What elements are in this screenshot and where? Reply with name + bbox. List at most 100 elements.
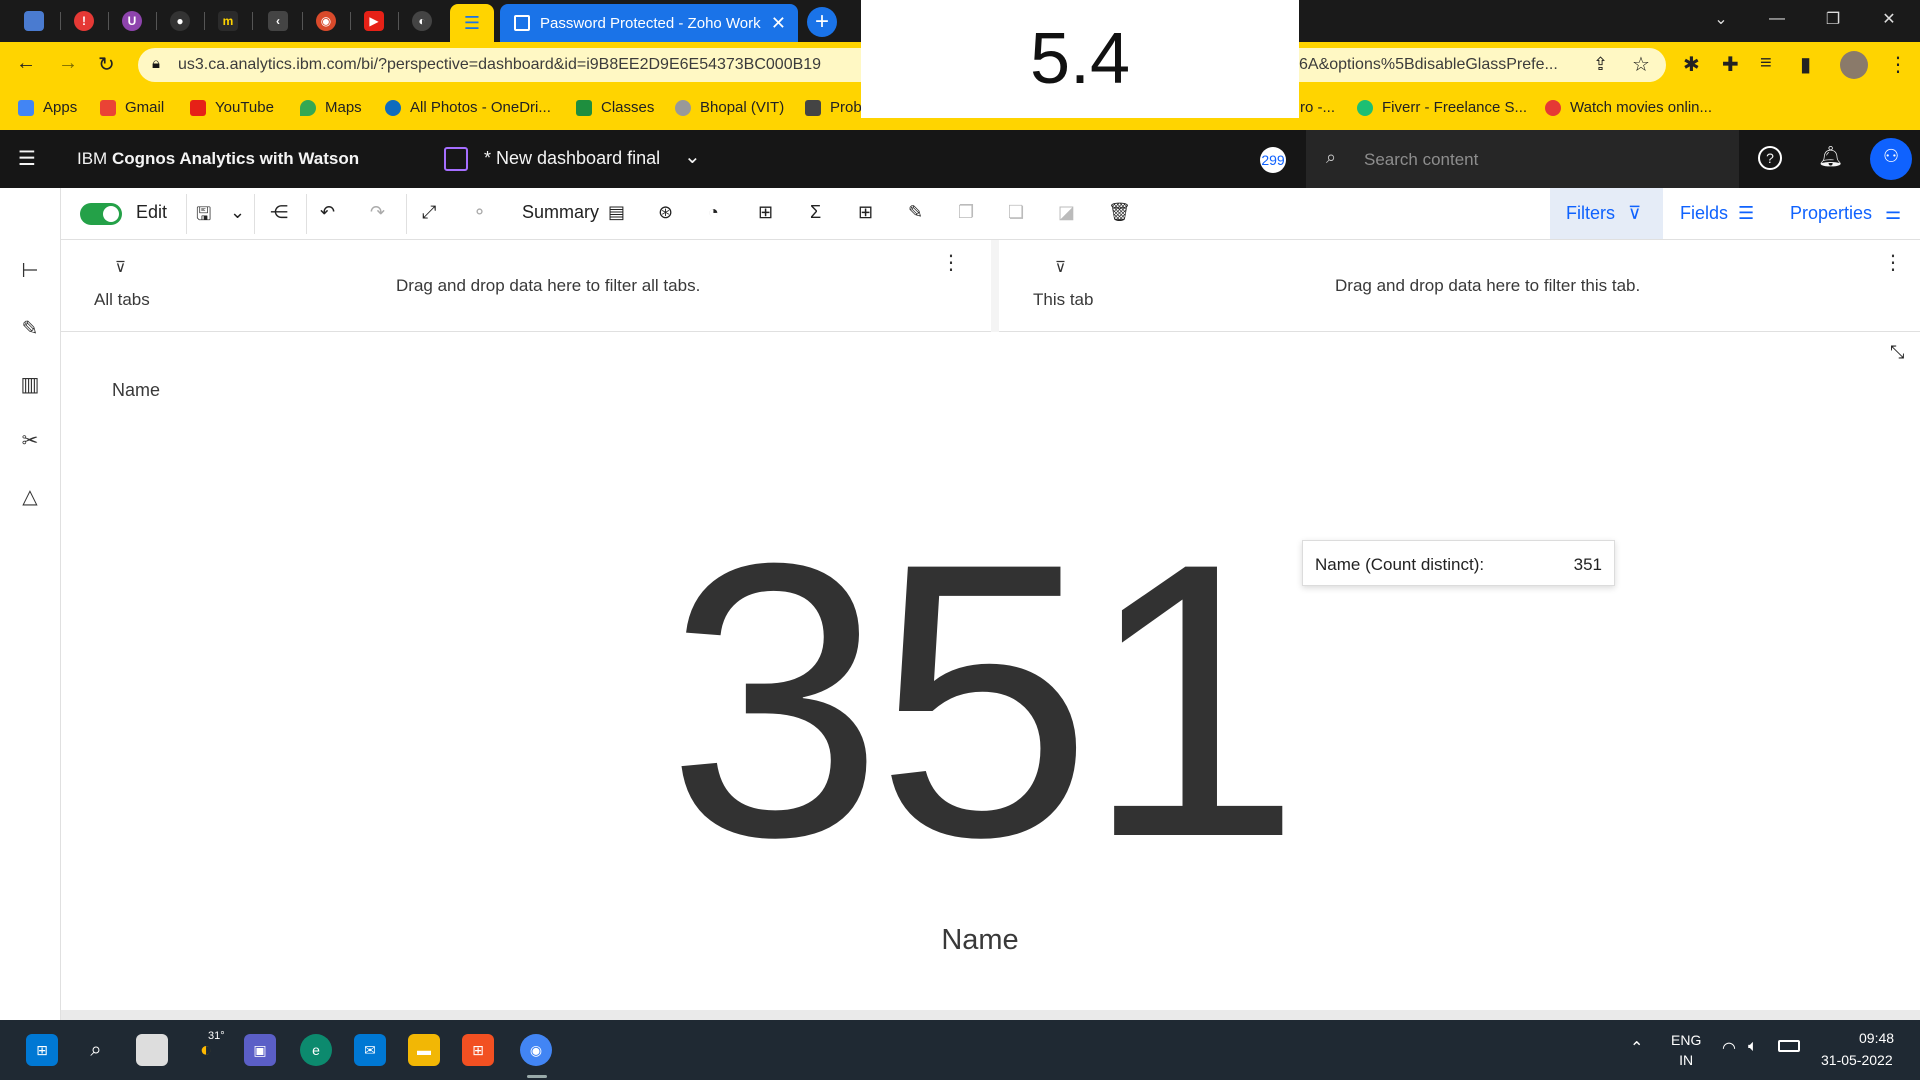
edge-icon[interactable]: e — [300, 1034, 332, 1066]
file-explorer-icon[interactable]: ▬ — [408, 1034, 440, 1066]
redo-icon[interactable]: ↷ — [370, 202, 385, 223]
tab-close-icon[interactable]: ✕ — [771, 13, 786, 34]
extensions-puzzle-icon[interactable]: ✚ — [1722, 52, 1739, 77]
chevron-up-icon[interactable]: ⌃ — [1630, 1038, 1643, 1058]
tab-favicon-2[interactable]: ! — [62, 6, 106, 36]
summary-label[interactable]: Summary — [522, 202, 599, 223]
data-tree-icon[interactable]: ⊢ — [18, 258, 42, 282]
properties-tab[interactable]: Properties — [1790, 203, 1872, 224]
filters-tab[interactable]: Filters ⊽ — [1550, 188, 1663, 239]
hamburger-menu-icon[interactable]: ☰ — [18, 146, 36, 171]
table-icon[interactable]: ⊞ — [858, 202, 873, 223]
back-icon[interactable]: ← — [16, 52, 36, 75]
chrome-icon[interactable]: ◉ — [520, 1034, 552, 1066]
store-icon[interactable]: ⊞ — [462, 1034, 494, 1066]
bookmark-classes[interactable]: Classes — [576, 99, 654, 116]
side-panel-icon[interactable]: ▮ — [1800, 52, 1811, 77]
tab-favicon-6[interactable]: ‹ — [256, 6, 300, 36]
tab-favicon-5[interactable]: m — [206, 6, 250, 36]
widgets-shapes-icon[interactable]: △ — [18, 484, 42, 508]
minimize-button[interactable]: — — [1750, 0, 1804, 38]
new-tab-button[interactable]: + — [807, 7, 837, 37]
volume-icon[interactable]: 🔈︎ — [1748, 1038, 1758, 1056]
this-tab-menu-icon[interactable]: ⋮ — [1883, 250, 1903, 275]
connect-icon[interactable]: ⚬ — [472, 202, 487, 223]
properties-sliders-icon[interactable]: ⚌ — [1885, 203, 1901, 224]
pin-icon[interactable]: ✎ — [18, 316, 42, 340]
search-box[interactable]: ⌕ Search content — [1306, 130, 1739, 188]
task-view-icon[interactable] — [136, 1034, 168, 1066]
bookmark-maps[interactable]: Maps — [300, 99, 362, 116]
bookmark-fiverr[interactable]: Fiverr - Freelance S... — [1357, 99, 1527, 116]
github-tab-icon[interactable]: ● — [158, 6, 202, 36]
bookmark-bhopal[interactable]: Bhopal (VIT) — [675, 99, 784, 116]
chevron-down-icon[interactable]: ⌄ — [230, 202, 245, 223]
kpi-value[interactable]: 351 — [600, 505, 1360, 895]
battery-icon[interactable] — [1778, 1040, 1800, 1052]
horizontal-scrollbar[interactable] — [61, 1010, 1920, 1020]
edit-toggle[interactable] — [80, 203, 122, 225]
visualizations-chart-icon[interactable]: ▥ — [18, 372, 42, 396]
notifications-bell-icon[interactable]: 🔔︎ — [1818, 144, 1843, 169]
visualization-type-icon[interactable]: ⊛ — [658, 202, 673, 223]
share-icon[interactable]: ⋲ — [270, 202, 288, 223]
close-window-button[interactable]: ✕ — [1862, 0, 1916, 38]
extension-bug-icon[interactable]: ✱ — [1683, 52, 1700, 77]
summary-icon[interactable]: ▤ — [608, 202, 625, 223]
tab-favicon-7[interactable]: ◉ — [304, 6, 348, 36]
windows-start-icon[interactable]: ⊞ — [26, 1034, 58, 1066]
bookmark-ro[interactable]: ro -... — [1300, 99, 1335, 116]
pin-icon[interactable]: ✎ — [908, 202, 923, 223]
filter-splitter[interactable] — [991, 240, 999, 332]
bookmark-gmail[interactable]: Gmail — [100, 99, 164, 116]
collapse-icon[interactable]: ⤡ — [1890, 342, 1904, 363]
dashboard-title[interactable]: * New dashboard final — [484, 148, 660, 169]
browser-menu-icon[interactable]: ⋮ — [1888, 52, 1908, 77]
chevron-down-icon[interactable]: ⌄ — [1694, 0, 1748, 38]
all-tabs-menu-icon[interactable]: ⋮ — [941, 250, 961, 275]
sigma-icon[interactable]: Σ — [810, 202, 821, 223]
delete-trash-icon[interactable]: 🗑︎ — [1108, 202, 1131, 223]
fields-icon[interactable]: ☰ — [1738, 203, 1754, 224]
clock-time[interactable]: 09:48 — [1859, 1030, 1894, 1046]
clock-date[interactable]: 31-05-2022 — [1821, 1052, 1893, 1068]
user-profile-button[interactable]: ⚇ — [1870, 138, 1912, 180]
arrange-icon[interactable]: ◪ — [1058, 202, 1075, 223]
language-indicator[interactable]: ENG IN — [1671, 1030, 1701, 1070]
share-icon[interactable]: ⇪ — [1593, 54, 1608, 75]
help-icon[interactable]: ? — [1758, 146, 1782, 170]
bookmark-prob[interactable]: Prob — [805, 99, 862, 116]
wifi-icon[interactable]: ◠ — [1722, 1038, 1736, 1058]
tab-favicon-1[interactable] — [12, 6, 56, 36]
bookmark-movies[interactable]: Watch movies onlin... — [1545, 99, 1712, 116]
youtube-tab-icon[interactable]: ▶ — [352, 6, 396, 36]
forward-icon[interactable]: → — [58, 52, 78, 75]
save-icon[interactable]: 🖫︎ — [196, 202, 211, 232]
assets-tools-icon[interactable]: ✂ — [18, 428, 42, 452]
teams-chat-icon[interactable]: ▣ — [244, 1034, 276, 1066]
active-tab[interactable]: Password Protected - Zoho Work ✕ — [500, 4, 798, 42]
reload-icon[interactable]: ↻ — [98, 52, 115, 77]
bookmark-apps[interactable]: Apps — [18, 99, 77, 116]
profile-avatar[interactable] — [1840, 51, 1868, 79]
all-tabs-dropzone[interactable]: Drag and drop data here to filter all ta… — [396, 276, 700, 296]
insights-icon[interactable]: ◔ — [708, 202, 719, 223]
duplicate-icon[interactable]: ❏ — [1008, 202, 1024, 223]
fields-tab[interactable]: Fields — [1680, 203, 1728, 224]
chevron-down-icon[interactable]: ⌄ — [684, 144, 701, 169]
this-tab-dropzone[interactable]: Drag and drop data here to filter this t… — [1335, 276, 1640, 296]
expand-icon[interactable]: ⤢ — [422, 202, 436, 223]
notification-count-badge[interactable]: 299 — [1260, 147, 1286, 173]
search-icon[interactable]: ⌕ — [80, 1034, 112, 1066]
bookmark-star-icon[interactable]: ☆ — [1632, 52, 1650, 77]
bookmark-onedrive[interactable]: All Photos - OneDri... — [385, 99, 551, 116]
bookmark-youtube[interactable]: YouTube — [190, 99, 274, 116]
undo-icon[interactable]: ↶ — [320, 202, 335, 223]
tab-favicon-3[interactable]: U — [110, 6, 154, 36]
copy-icon[interactable]: ❐ — [958, 202, 974, 223]
cognos-tab[interactable]: ☰ — [450, 4, 494, 42]
globe-tab-icon[interactable]: ◐ — [400, 6, 444, 36]
restore-button[interactable]: ❐ — [1806, 0, 1860, 38]
media-control-icon[interactable]: ≡ — [1760, 52, 1772, 75]
calculation-icon[interactable]: ⊞ — [758, 202, 773, 223]
